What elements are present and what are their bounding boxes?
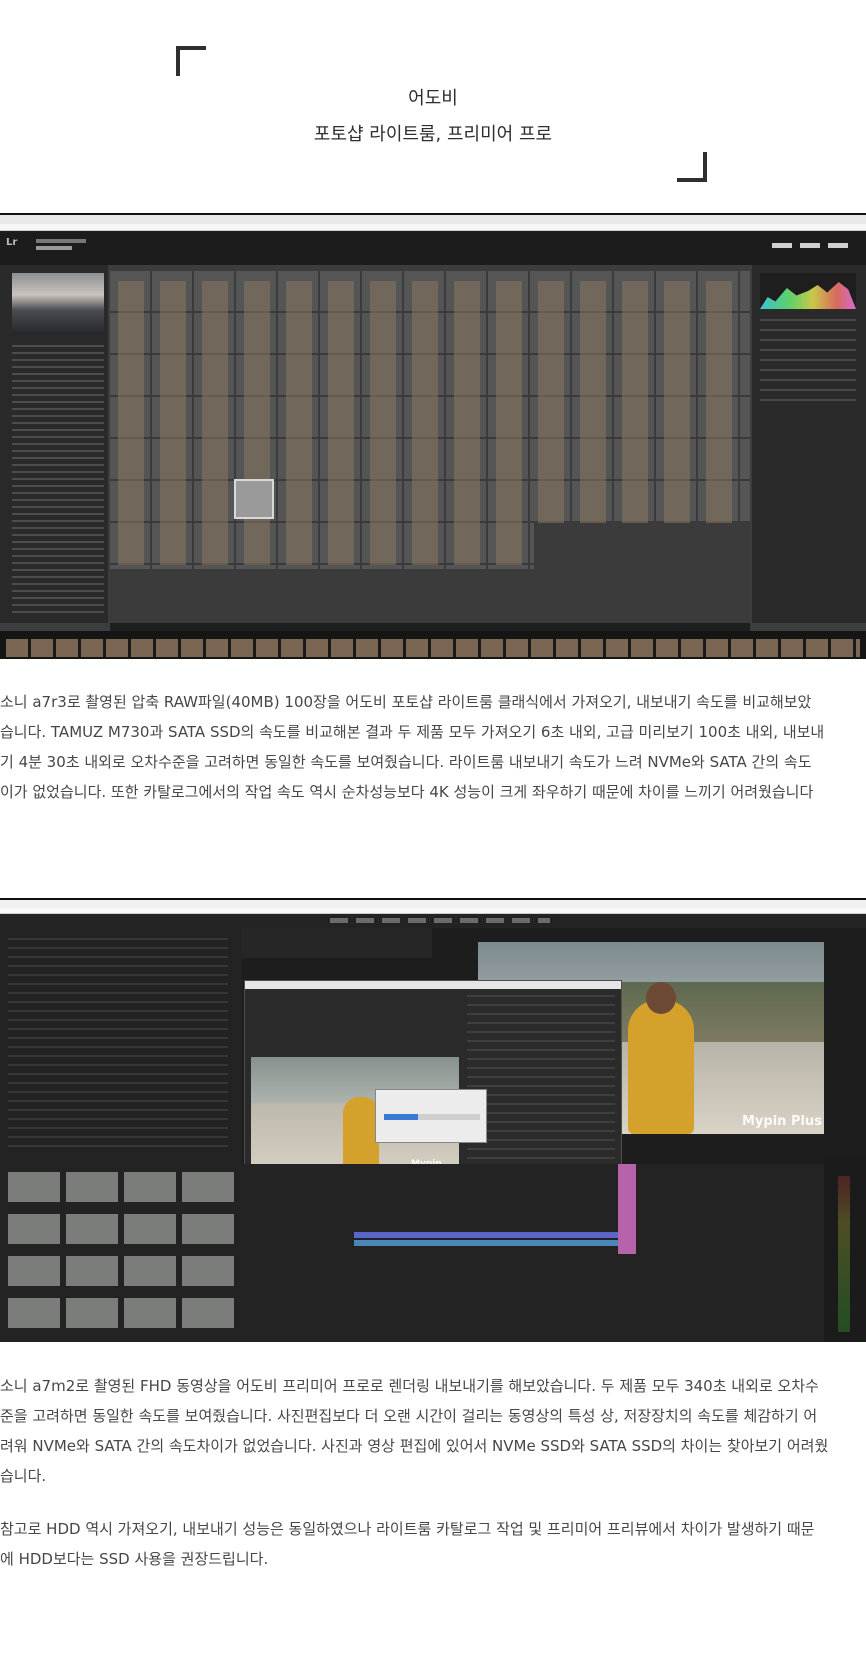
lightroom-menubar <box>0 224 866 231</box>
lightroom-grid-view <box>110 271 750 623</box>
paragraph-line: 습니다. <box>0 1467 47 1485</box>
source-monitor-header <box>242 928 432 958</box>
paragraph-lightroom: 소니 a7r3로 촬영된 압축 RAW파일(40MB) 100장을 어도비 포토… <box>0 687 866 807</box>
video-subject <box>628 1000 694 1134</box>
paragraph-line: 소니 a7m2로 촬영된 FHD 동영상을 어도비 프리미어 프로로 렌더링 내… <box>0 1377 819 1395</box>
lightroom-identity-plate <box>0 231 866 265</box>
effect-controls-rows <box>8 938 228 1148</box>
grid-selected-photo <box>234 479 274 519</box>
program-watermark: Mypin Plus <box>742 1114 822 1129</box>
premiere-titlebar <box>0 900 866 908</box>
lightroom-folder-list <box>12 345 104 617</box>
paragraph-line: 소니 a7r3로 촬영된 압축 RAW파일(40MB) 100장을 어도비 포토… <box>0 693 812 711</box>
effect-controls-panel <box>0 928 242 1158</box>
video-subject-head <box>646 982 676 1014</box>
paragraph-line: 기 4분 30초 내외로 오차수준을 고려하면 동일한 속도를 보여줬습니다. … <box>0 753 812 771</box>
lightroom-logo: Lr <box>6 237 18 248</box>
lightroom-navigator-preview <box>12 273 104 335</box>
paragraph-line: 참고로 HDD 역시 가져오기, 내보내기 성능은 동일하였으나 라이트룸 카탈… <box>0 1520 815 1538</box>
lightroom-module-picker <box>772 243 856 248</box>
premiere-workspace-bar <box>0 914 866 928</box>
lightroom-user-line <box>36 239 86 243</box>
audio-meter-bar <box>838 1176 850 1332</box>
timeline-audio-clip <box>354 1240 618 1246</box>
encoding-progress-box <box>375 1089 487 1143</box>
paragraph-premiere: 소니 a7m2로 촬영된 FHD 동영상을 어도비 프리미어 프로로 렌더링 내… <box>0 1371 866 1491</box>
filmstrip-thumbnails <box>6 639 860 657</box>
encoding-progress-fill <box>384 1114 418 1120</box>
corner-bracket-top-left <box>176 46 206 76</box>
paragraph-line: 습니다. TAMUZ M730과 SATA SSD의 속도를 비교해본 결과 두… <box>0 723 825 741</box>
paragraph-hdd-note: 참고로 HDD 역시 가져오기, 내보내기 성능은 동일하였으나 라이트룸 카탈… <box>0 1514 866 1574</box>
grid-empty-area <box>534 523 750 569</box>
project-thumbnails <box>8 1172 234 1336</box>
workspace-tabs <box>330 918 550 923</box>
lightroom-filmstrip <box>0 631 866 659</box>
dialog-titlebar <box>245 981 621 989</box>
preview-subject <box>343 1097 379 1173</box>
paragraph-line: 려워 NVMe와 SATA 간의 속도차이가 없었습니다. 사진과 영상 편집에… <box>0 1437 829 1455</box>
lightroom-titlebar <box>0 215 866 224</box>
timeline-markers <box>618 1164 636 1254</box>
premiere-screenshot: Mypin Plus Mypin Plus <box>0 898 866 1342</box>
paragraph-line: 이가 없었습니다. 또한 카탈로그에서의 작업 속도 역시 순차성능보다 4K … <box>0 783 814 801</box>
paragraph-line: 준을 고려하면 동일한 속도를 보여줬습니다. 사진편집보다 더 오랜 시간이 … <box>0 1407 818 1425</box>
timeline-panel <box>242 1164 824 1342</box>
histogram <box>760 273 856 309</box>
timeline-video-clip <box>354 1232 618 1238</box>
lightroom-user-line-2 <box>36 246 72 250</box>
corner-bracket-bottom-right <box>677 152 707 182</box>
audio-meters <box>824 1158 866 1342</box>
lightroom-toolbar <box>110 623 750 631</box>
heading-line-1: 어도비 <box>408 88 458 109</box>
section-heading: 어도비 포토샵 라이트룸, 프리미어 프로 <box>0 0 866 200</box>
heading-line-2: 포토샵 라이트룸, 프리미어 프로 <box>313 124 553 145</box>
project-panel <box>0 1158 242 1342</box>
paragraph-line: 에 HDD보다는 SSD 사용을 권장드립니다. <box>0 1550 269 1568</box>
lightroom-screenshot: Lr <box>0 213 866 659</box>
quick-develop-panel <box>760 319 856 409</box>
histogram-curve <box>760 282 856 309</box>
